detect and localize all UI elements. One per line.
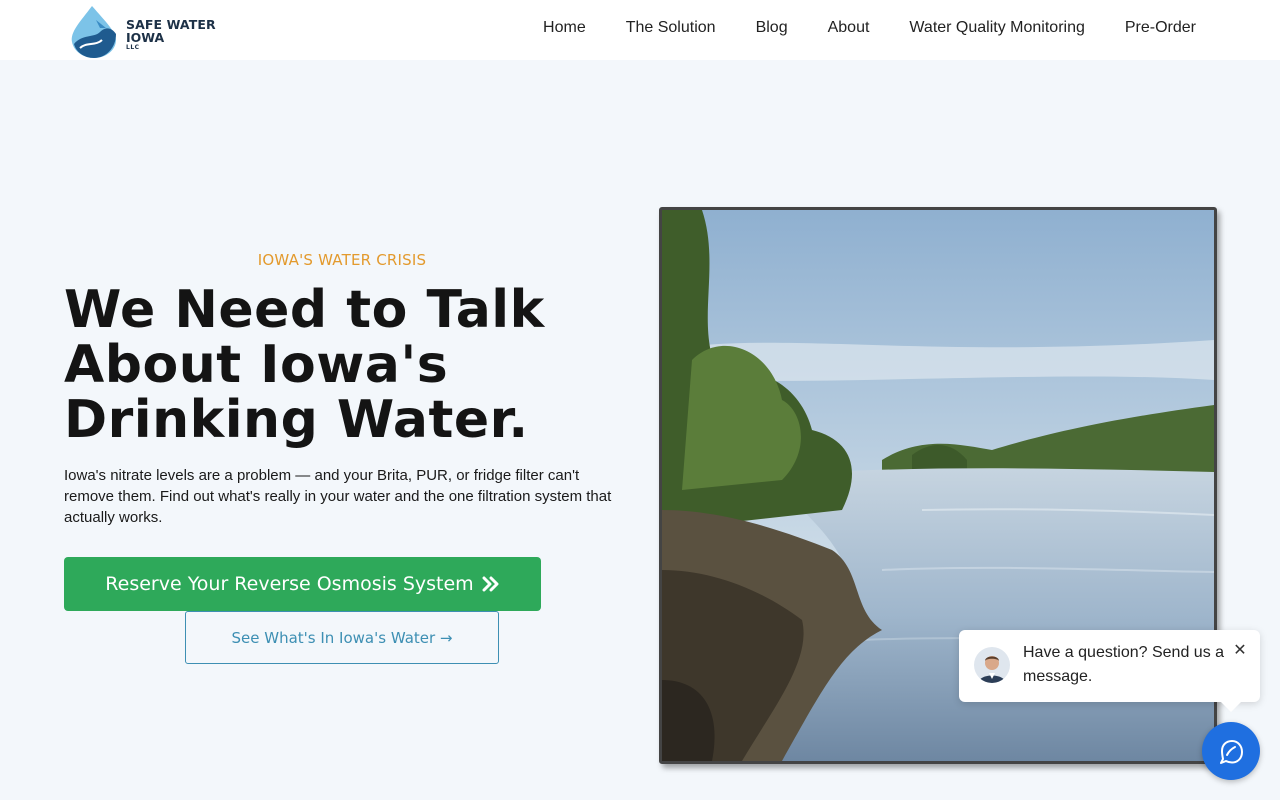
hero-eyebrow: IOWA'S WATER CRISIS <box>257 251 427 269</box>
chat-launcher-button[interactable] <box>1202 722 1260 780</box>
nav-pre-order[interactable]: Pre-Order <box>1125 19 1196 37</box>
see-iowa-water-button[interactable]: See What's In Iowa's Water → <box>185 611 499 664</box>
nav-the-solution[interactable]: The Solution <box>626 19 716 37</box>
nav-blog[interactable]: Blog <box>756 19 788 37</box>
nav-water-quality-monitoring[interactable]: Water Quality Monitoring <box>909 19 1084 37</box>
agent-avatar <box>974 647 1010 683</box>
water-drop-logo-icon <box>71 6 116 58</box>
brand-wordmark: SAFE WATER IOWA LLC <box>126 18 216 51</box>
brand-name-suffix: LLC <box>126 44 140 51</box>
chat-prompt-message: Have a question? Send us a message. <box>1023 644 1225 685</box>
double-chevron-right-icon <box>482 576 499 592</box>
chat-prompt-bubble[interactable]: Have a question? Send us a message. ✕ <box>959 630 1260 712</box>
agent-portrait-icon <box>974 647 1010 683</box>
hero-description: Iowa's nitrate levels are a problem — an… <box>64 467 612 526</box>
nav-about[interactable]: About <box>828 19 870 37</box>
main-nav: Home The Solution Blog About Water Quali… <box>543 19 1196 37</box>
brand-logo[interactable]: SAFE WATER IOWA LLC <box>66 4 216 58</box>
reserve-ro-system-button[interactable]: Reserve Your Reverse Osmosis System <box>64 557 541 611</box>
close-icon[interactable]: ✕ <box>1232 642 1248 658</box>
site-header: SAFE WATER IOWA LLC Home The Solution Bl… <box>0 0 1280 60</box>
brand-name-line2: IOWA <box>126 30 165 45</box>
chat-icon <box>1220 740 1243 764</box>
reserve-button-label: Reserve Your Reverse Osmosis System <box>105 573 474 595</box>
nav-home[interactable]: Home <box>543 19 586 37</box>
hero-headline: We Need to Talk About Iowa's Drinking Wa… <box>64 280 545 450</box>
